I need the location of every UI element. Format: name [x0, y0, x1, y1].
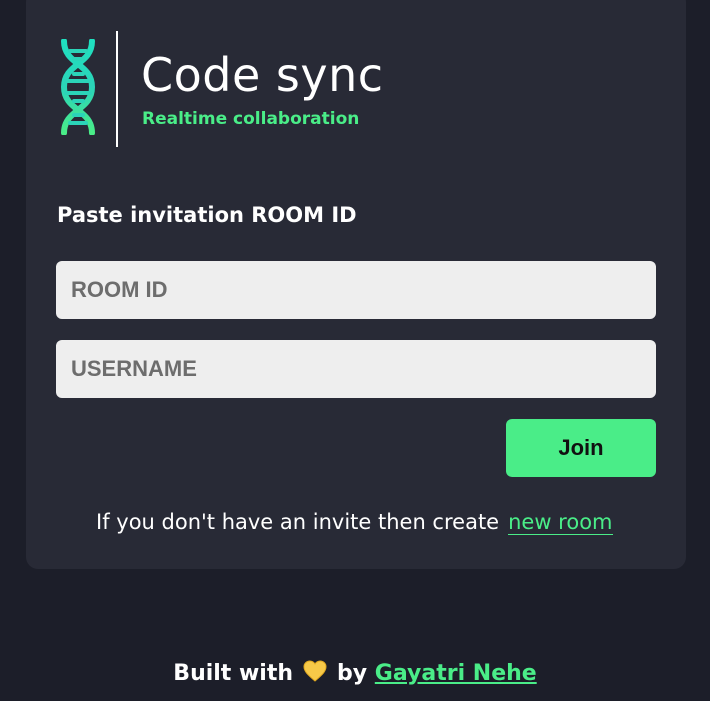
app-subtitle: Realtime collaboration: [142, 109, 360, 129]
footer: Built with by Gayatri Nehe: [0, 660, 710, 686]
footer-built-with: Built with: [173, 661, 294, 686]
home-page: Code sync Realtime collaboration Paste i…: [0, 0, 710, 701]
create-room-text: If you don't have an invite then create: [96, 510, 500, 534]
new-room-link[interactable]: new room: [508, 510, 613, 535]
join-button[interactable]: Join: [506, 419, 656, 477]
room-id-input[interactable]: [56, 261, 656, 319]
author-link[interactable]: Gayatri Nehe: [375, 661, 537, 686]
logo-divider: [116, 31, 118, 147]
yellow-heart-icon: [303, 660, 327, 682]
app-title: Code sync: [141, 48, 384, 102]
create-room-prompt: If you don't have an invite then create n…: [96, 510, 613, 535]
form-heading: Paste invitation ROOM ID: [57, 203, 357, 227]
footer-by: by: [337, 661, 368, 686]
app-logo: Code sync Realtime collaboration: [56, 31, 386, 147]
dna-icon: [60, 39, 96, 135]
username-input[interactable]: [56, 340, 656, 398]
